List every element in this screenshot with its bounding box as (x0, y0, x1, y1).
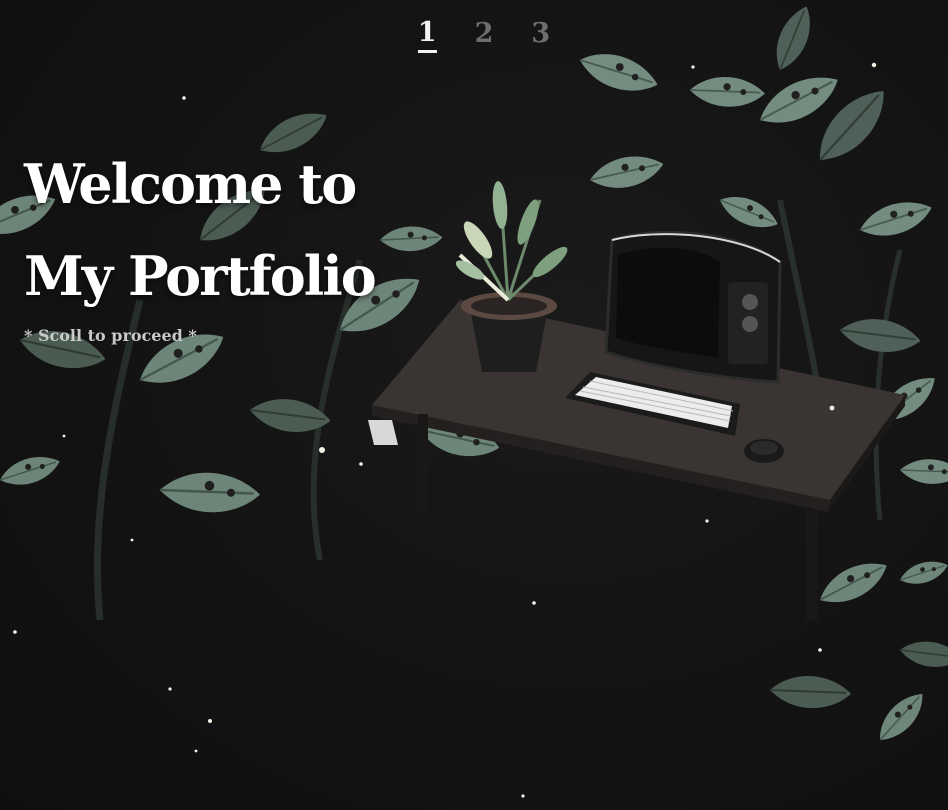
section-pagination: 1 2 3 (0, 16, 948, 53)
nav-page-2[interactable]: 2 (475, 16, 494, 53)
3d-desk-scene-illustration (0, 1, 948, 798)
portfolio-hero-scene: 1 2 3 Welcome to My Portfolio * Scoll to… (0, 0, 948, 810)
retro-tv-monitor-icon (604, 230, 782, 384)
scroll-hint: * Scoll to proceed * (24, 326, 197, 345)
mouse-icon (744, 439, 784, 463)
hero-title-line-1: Welcome to (24, 152, 357, 216)
nav-page-3[interactable]: 3 (531, 16, 550, 53)
hero-title: Welcome to My Portfolio (24, 138, 377, 322)
nav-page-1[interactable]: 1 (417, 16, 437, 53)
monstera-plant-icon (767, 555, 948, 748)
hero-text-block: Welcome to My Portfolio * Scoll to proce… (24, 138, 377, 345)
hero-title-line-2: My Portfolio (24, 244, 377, 308)
